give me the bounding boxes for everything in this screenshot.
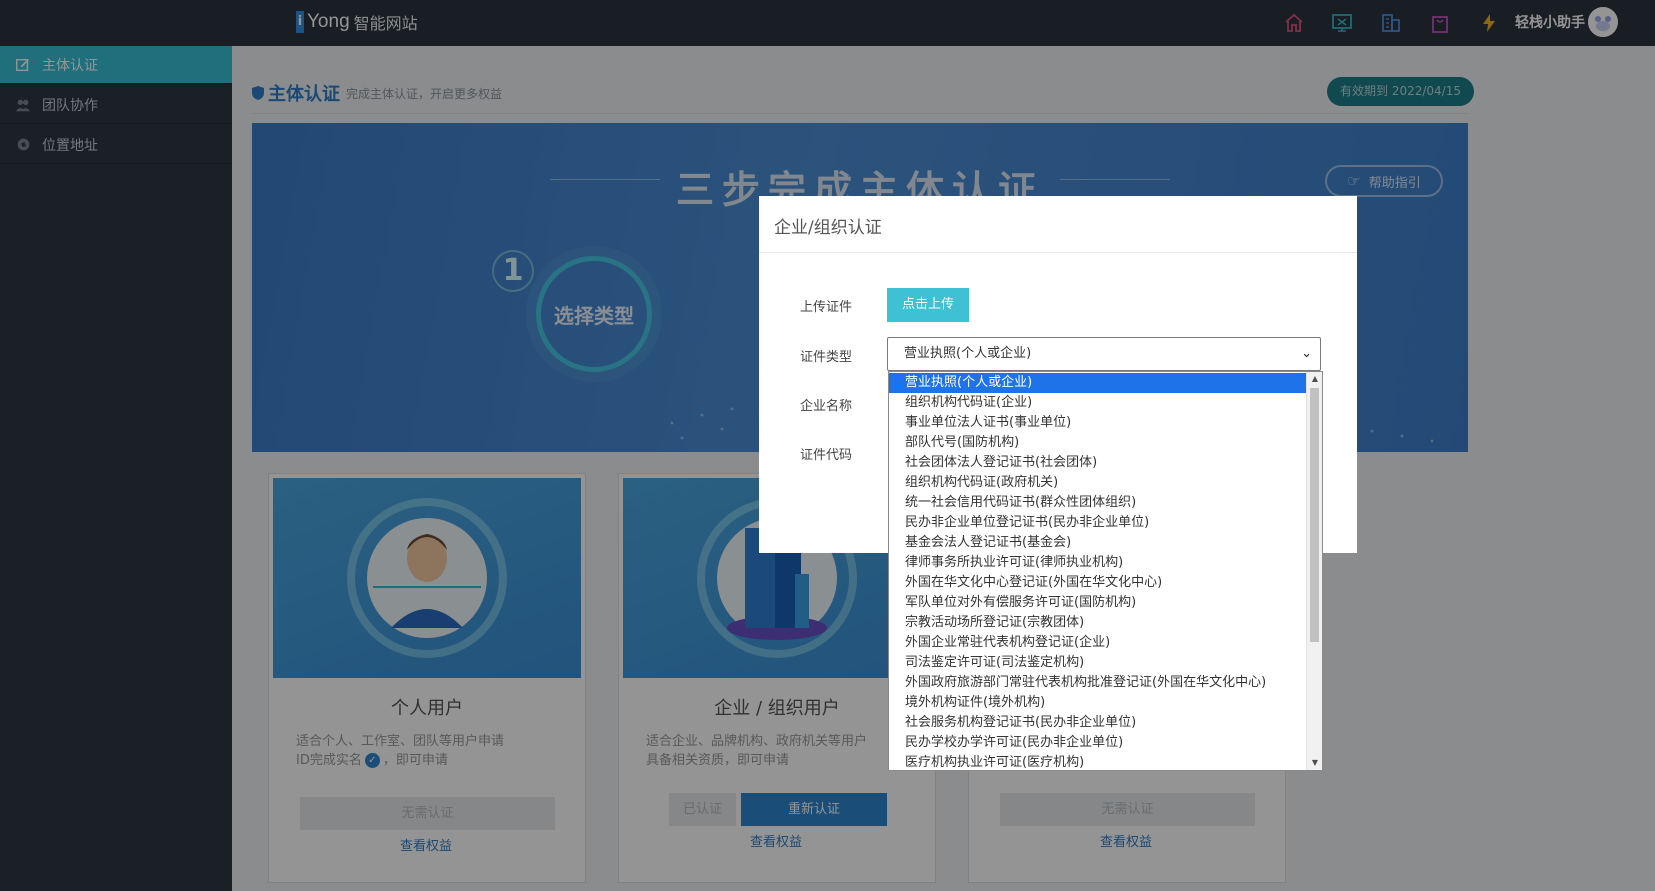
type-label: 证件类型	[800, 350, 853, 365]
option-item[interactable]: 民办非企业单位登记证书(民办非企业单位)	[889, 513, 1307, 533]
option-item[interactable]: 军队单位对外有偿服务许可证(国防机构)	[889, 593, 1307, 613]
option-item[interactable]: 外国企业常驻代表机构登记证(企业)	[889, 633, 1307, 653]
company-name-label: 企业名称	[800, 399, 853, 414]
upload-label: 上传证件	[800, 300, 853, 315]
option-item[interactable]: 事业单位法人证书(事业单位)	[889, 413, 1307, 433]
option-item[interactable]: 外国政府旅游部门常驻代表机构批准登记证(外国在华文化中心)	[889, 673, 1307, 693]
option-item[interactable]: 社会服务机构登记证书(民办非企业单位)	[889, 713, 1307, 733]
option-item[interactable]: 宗教活动场所登记证(宗教团体)	[889, 613, 1307, 633]
option-item[interactable]: 组织机构代码证(企业)	[889, 393, 1307, 413]
scroll-up-icon[interactable]: ▲	[1307, 372, 1322, 386]
select-value: 营业执照(个人或企业)	[904, 346, 1032, 361]
dropdown-scrollbar[interactable]: ▲ ▼	[1306, 372, 1322, 770]
option-item[interactable]: 统一社会信用代码证书(群众性团体组织)	[889, 493, 1307, 513]
code-label: 证件代码	[800, 448, 853, 463]
option-item[interactable]: 民办学校办学许可证(民办非企业单位)	[889, 733, 1307, 753]
option-item[interactable]: 外国在华文化中心登记证(外国在华文化中心)	[889, 573, 1307, 593]
certificate-type-dropdown[interactable]: 营业执照(个人或企业) 组织机构代码证(企业) 事业单位法人证书(事业单位) 部…	[888, 371, 1323, 771]
chevron-down-icon: ⌄	[1301, 346, 1312, 361]
option-item[interactable]: 社会团体法人登记证书(社会团体)	[889, 453, 1307, 473]
option-item[interactable]: 境外机构证件(境外机构)	[889, 693, 1307, 713]
modal-title: 企业/组织认证	[774, 218, 882, 238]
option-item[interactable]: 部队代号(国防机构)	[889, 433, 1307, 453]
option-item[interactable]: 组织机构代码证(政府机关)	[889, 473, 1307, 493]
scrollbar-thumb[interactable]	[1310, 388, 1319, 642]
scroll-down-icon[interactable]: ▼	[1307, 756, 1322, 770]
option-item[interactable]: 营业执照(个人或企业)	[889, 373, 1307, 393]
option-item[interactable]: 司法鉴定许可证(司法鉴定机构)	[889, 653, 1307, 673]
certificate-type-select[interactable]: 营业执照(个人或企业) ⌄	[887, 337, 1321, 371]
modal-divider	[759, 252, 1357, 253]
option-item[interactable]: 基金会法人登记证书(基金会)	[889, 533, 1307, 553]
upload-button[interactable]: 点击上传	[887, 288, 969, 322]
option-item[interactable]: 律师事务所执业许可证(律师执业机构)	[889, 553, 1307, 573]
option-item[interactable]: 医疗机构执业许可证(医疗机构)	[889, 753, 1307, 770]
